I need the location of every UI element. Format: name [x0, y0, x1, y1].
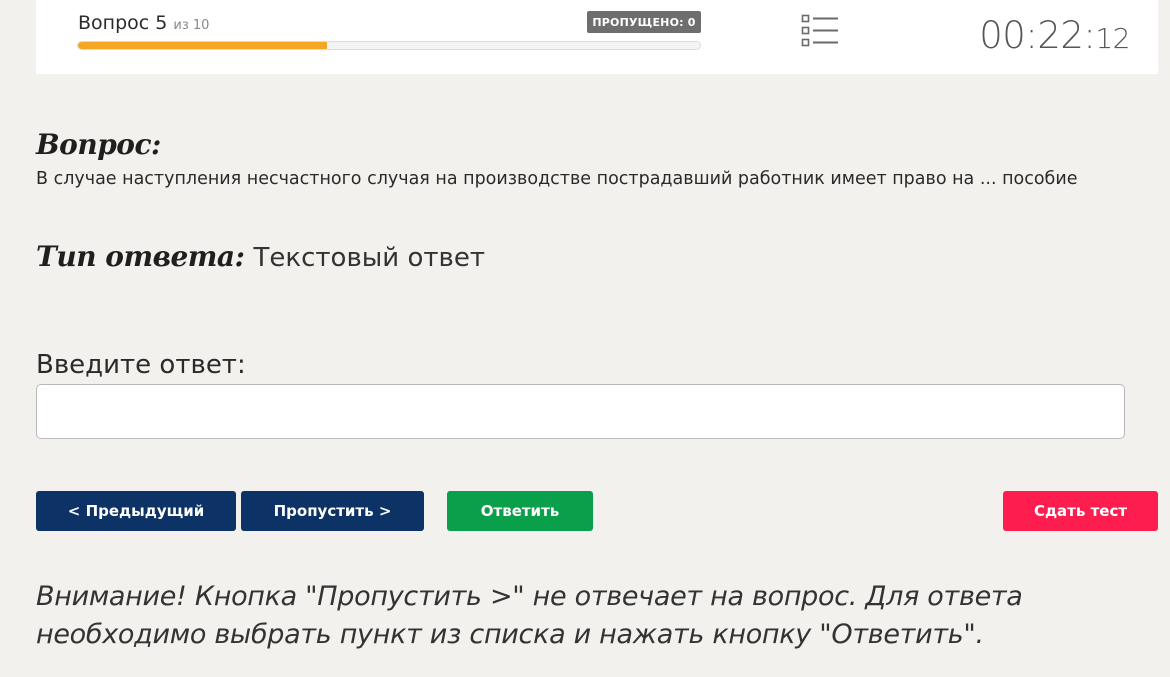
- skipped-badge: ПРОПУЩЕНО: 0: [587, 11, 701, 33]
- skip-button[interactable]: Пропустить >: [241, 491, 424, 531]
- question-number: Вопрос 5: [78, 12, 168, 34]
- timer: 00:22:12: [979, 14, 1130, 57]
- question-text: В случае наступления несчастного случая …: [36, 169, 1078, 189]
- question-list-button[interactable]: [800, 12, 840, 50]
- submit-test-button[interactable]: Сдать тест: [1003, 491, 1158, 531]
- progress-fill: [78, 42, 327, 49]
- question-counter: Вопрос 5 из 10: [78, 12, 209, 34]
- answer-type-label: Тип ответа:: [36, 240, 245, 273]
- timer-seconds: 12: [1095, 22, 1130, 55]
- answer-type-value: Текстовый ответ: [253, 243, 485, 273]
- list-icon: [801, 14, 838, 47]
- answer-button[interactable]: Ответить: [447, 491, 593, 531]
- question-heading: Вопрос:: [36, 128, 161, 161]
- question-total: из 10: [173, 18, 210, 33]
- answer-label: Введите ответ:: [36, 350, 246, 380]
- previous-button[interactable]: < Предыдущий: [36, 491, 236, 531]
- answer-input[interactable]: [36, 384, 1125, 439]
- answer-type-row: Тип ответа: Текстовый ответ: [36, 240, 485, 273]
- timer-main: 00:22:: [979, 14, 1096, 57]
- progress-bar: [77, 41, 701, 50]
- warning-note: Внимание! Кнопка "Пропустить >" не отвеч…: [36, 581, 1023, 650]
- quiz-header: Вопрос 5 из 10 ПРОПУЩЕНО: 0 00:22:12: [36, 0, 1158, 74]
